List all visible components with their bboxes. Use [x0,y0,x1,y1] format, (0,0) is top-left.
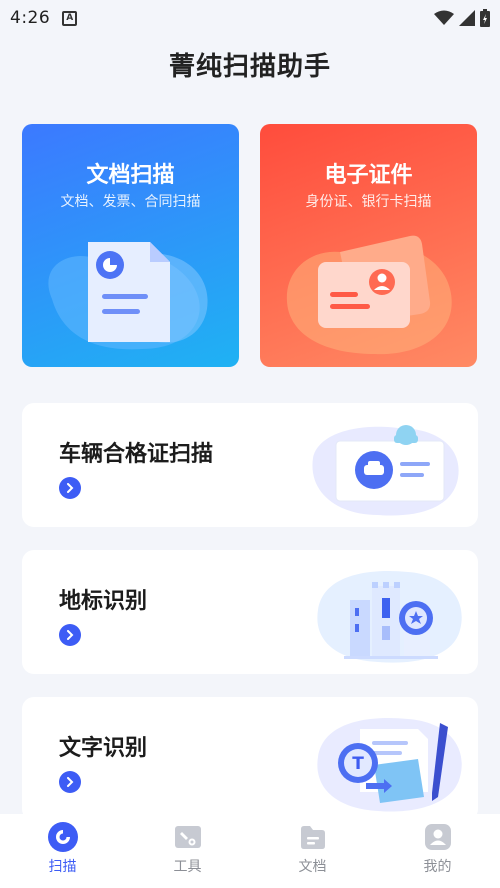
status-time: 4:26 [10,8,51,28]
signal-icon [459,10,475,26]
doc-scan-card[interactable]: 文档扫描 文档、发票、合同扫描 [22,124,239,367]
notification-a-icon: A [62,10,78,26]
text-recognition-label: 文字识别 [59,736,148,761]
text-recognition-arrow-icon[interactable] [59,771,81,793]
doc-scan-title: 文档扫描 [86,163,175,188]
documents-tab-icon [300,826,325,849]
scanner-home-screen: 4:26 A 菁纯扫描助手 文档扫描 文档、发票、合同扫描 电子证件 身份证、银… [0,0,500,888]
landmark-recognition-label: 地标识别 [59,589,148,614]
landmark-arrow-icon[interactable] [59,624,81,646]
battery-icon [480,9,490,27]
status-icons [434,9,490,27]
tab-mine-label: 我的 [423,859,452,875]
app-title: 菁纯扫描助手 [168,52,331,82]
id-scan-subtitle: 身份证、银行卡扫描 [305,194,432,210]
landmark-recognition-item[interactable]: 地标识别 [22,550,478,674]
text-recognition-illustration-icon: T [317,717,462,812]
id-scan-title: 电子证件 [324,163,413,188]
tab-scan-label: 扫描 [48,859,77,875]
bottom-tab-bar: 扫描 工具 文档 我的 [0,814,500,888]
vehicle-certificate-scan-item[interactable]: 车辆合格证扫描 [22,403,478,527]
text-recognition-item[interactable]: 文字识别 T [22,697,478,821]
svg-text:T: T [352,754,364,774]
tab-documents[interactable]: 文档 [250,814,375,888]
scan-tab-icon [47,822,78,852]
doc-scan-subtitle: 文档、发票、合同扫描 [60,194,201,210]
landmark-illustration-icon [317,570,462,663]
tab-documents-label: 文档 [298,859,327,875]
id-scan-card[interactable]: 电子证件 身份证、银行卡扫描 [260,124,477,367]
profile-tab-icon [424,824,451,850]
vehicle-certificate-illustration-icon [312,425,459,516]
tab-tools-label: 工具 [173,859,202,875]
status-bar: 4:26 A [0,0,500,36]
vehicle-certificate-arrow-icon[interactable] [59,477,81,499]
tab-tools[interactable]: 工具 [125,814,250,888]
vehicle-certificate-label: 车辆合格证扫描 [59,442,214,467]
tools-tab-icon [174,826,201,848]
tab-scan[interactable]: 扫描 [0,814,125,888]
tab-mine[interactable]: 我的 [375,814,500,888]
wifi-icon [434,10,454,25]
